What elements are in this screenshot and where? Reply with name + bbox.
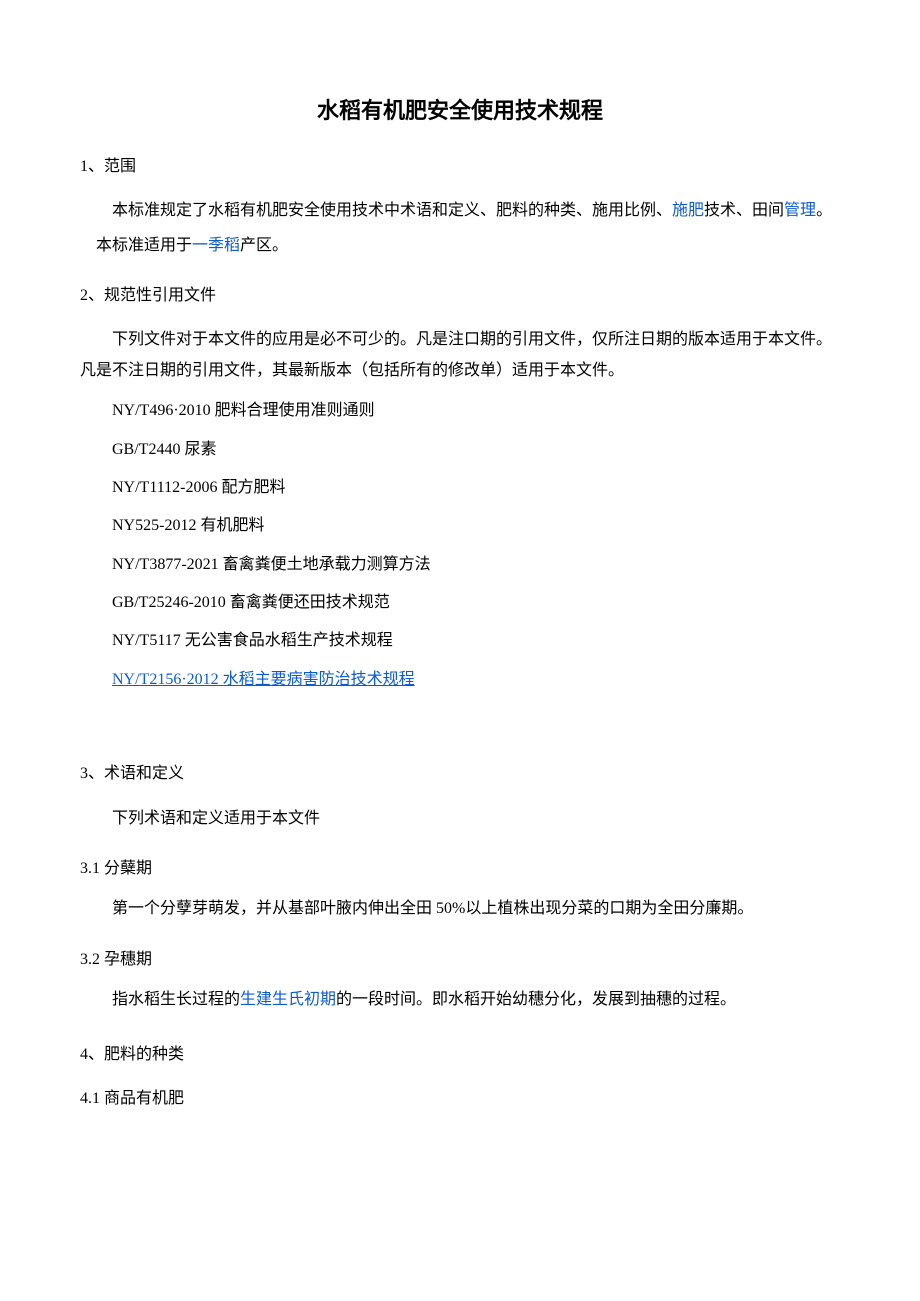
text-span: 本标准规定了水稻有机肥安全使用技术中术语和定义、肥料的种类、施用比例、 <box>112 202 672 219</box>
link-shengjian[interactable]: 生建生氏初期 <box>240 991 336 1008</box>
reference-item: NY/T1112-2006 配方肥料 <box>80 473 840 503</box>
text-span: 本标准适用于 <box>96 237 192 254</box>
section-3-1-heading: 3.1 分蘖期 <box>80 854 840 884</box>
text-span: 技术、田间 <box>704 202 784 219</box>
link-shifei[interactable]: 施肥 <box>672 202 704 219</box>
section-3-1-paragraph: 第一个分孽芽萌发，并从基部叶腋内伸出全田 50%以上植株出现分菜的口期为全田分廉… <box>80 894 840 924</box>
link-yijidao[interactable]: 一季稻 <box>192 237 240 254</box>
section-3-2-paragraph: 指水稻生长过程的生建生氏初期的一段时间。即水稻开始幼穗分化，发展到抽穗的过程。 <box>80 985 840 1015</box>
text-span: 指水稻生长过程的 <box>112 991 240 1008</box>
reference-item: NY/T496·2010 肥料合理使用准则通则 <box>80 396 840 426</box>
spacer <box>80 703 840 721</box>
section-3-paragraph-1: 下列术语和定义适用于本文件 <box>80 804 840 834</box>
reference-item: NY/T5117 无公害食品水稻生产技术规程 <box>80 626 840 656</box>
document-page: 水稻有机肥安全使用技术规程 1、范围 本标准规定了水稻有机肥安全使用技术中术语和… <box>0 0 920 1204</box>
spacer <box>80 721 840 739</box>
link-ny-t2156[interactable]: NY/T2156·2012 水稻主要病害防治技术规程 <box>112 671 415 688</box>
document-title: 水稻有机肥安全使用技术规程 <box>80 90 840 132</box>
section-1-heading: 1、范围 <box>80 152 840 182</box>
section-2-paragraph-1: 下列文件对于本文件的应用是必不可少的。凡是注口期的引用文件，仅所注日期的版本适用… <box>80 325 840 386</box>
reference-item: GB/T2440 尿素 <box>80 435 840 465</box>
section-3-2-heading: 3.2 孕穗期 <box>80 945 840 975</box>
section-1-paragraph-2: 本标准适用于一季稻产区。 <box>80 231 840 261</box>
reference-item-link: NY/T2156·2012 水稻主要病害防治技术规程 <box>80 665 840 695</box>
reference-item: NY/T3877-2021 畜禽粪便土地承载力测算方法 <box>80 550 840 580</box>
reference-item: NY525-2012 有机肥料 <box>80 511 840 541</box>
text-span: 产区。 <box>240 237 288 254</box>
reference-item: GB/T25246-2010 畜禽粪便还田技术规范 <box>80 588 840 618</box>
section-3-heading: 3、术语和定义 <box>80 759 840 789</box>
link-guanli[interactable]: 管理 <box>784 202 816 219</box>
section-1-paragraph-1: 本标准规定了水稻有机肥安全使用技术中术语和定义、肥料的种类、施用比例、施肥技术、… <box>80 196 840 226</box>
text-span: 的一段时间。即水稻开始幼穗分化，发展到抽穗的过程。 <box>336 991 736 1008</box>
section-4-heading: 4、肥料的种类 <box>80 1040 840 1070</box>
section-2-heading: 2、规范性引用文件 <box>80 281 840 311</box>
text-span: 。 <box>816 202 832 219</box>
section-4-1-heading: 4.1 商品有机肥 <box>80 1084 840 1114</box>
